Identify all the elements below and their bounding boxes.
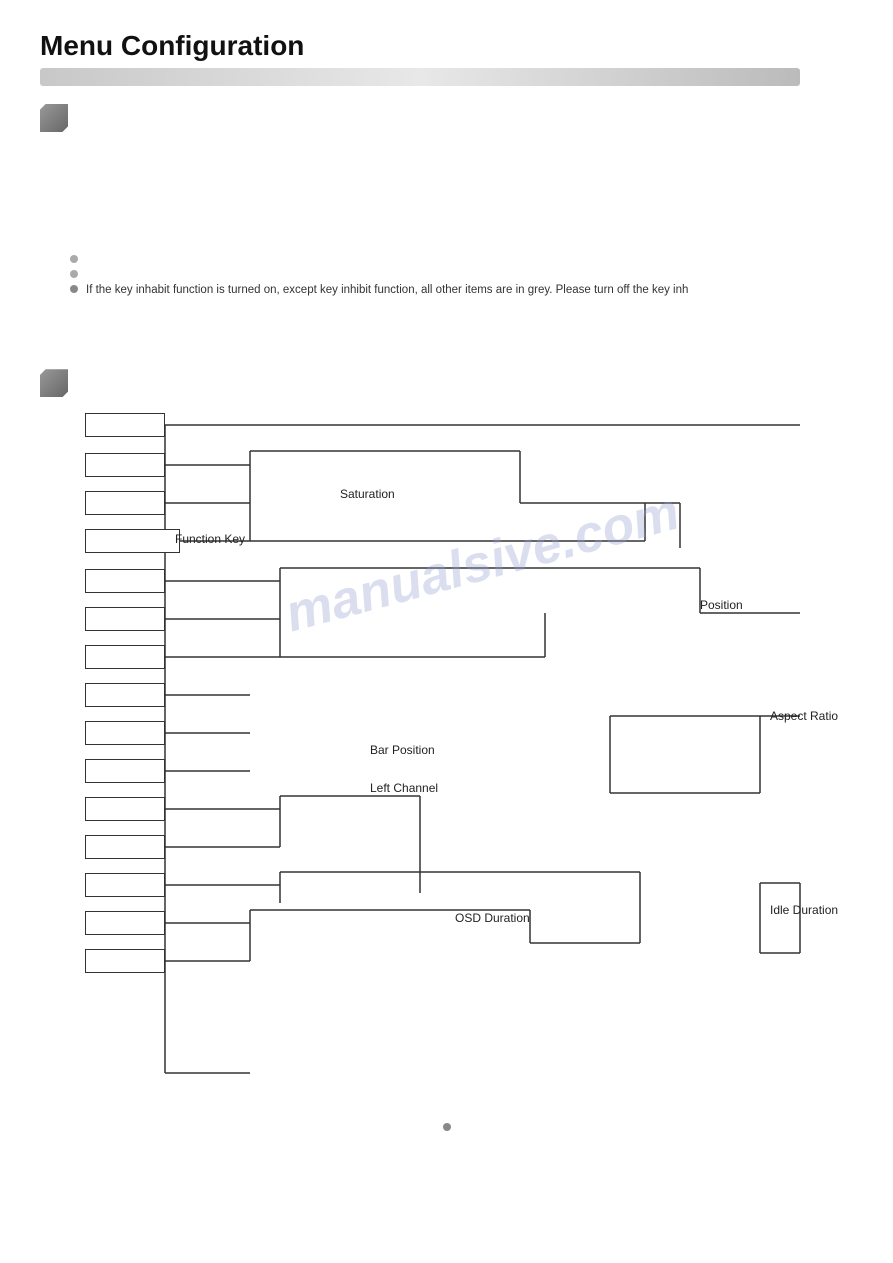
menu-box-14 xyxy=(85,949,165,973)
menu-box-0 xyxy=(85,413,165,437)
section-icon-1 xyxy=(40,104,68,132)
menu-box-3 xyxy=(85,529,180,553)
label-bar-position: Bar Position xyxy=(370,743,435,757)
note-text: If the key inhabit function is turned on… xyxy=(86,282,688,299)
label-function-key: Function Key xyxy=(175,532,245,546)
menu-box-7 xyxy=(85,683,165,707)
page-title: Menu Configuration xyxy=(40,30,853,62)
menu-box-8 xyxy=(85,721,165,745)
diagram-svg xyxy=(80,413,860,1093)
menu-box-13 xyxy=(85,911,165,935)
diagram-wrapper: manualsive.com xyxy=(80,413,860,1093)
bullet-item-1 xyxy=(70,252,853,263)
label-idle-duration: Idle Duration xyxy=(770,903,838,917)
bullet-section: If the key inhabit function is turned on… xyxy=(70,252,853,299)
page-container: Menu Configuration If the key inhabit fu… xyxy=(0,0,893,1161)
menu-box-6 xyxy=(85,645,165,669)
menu-box-11 xyxy=(85,835,165,859)
title-underline xyxy=(40,68,800,86)
menu-box-2 xyxy=(85,491,165,515)
diagram-section: manualsive.com xyxy=(40,369,853,1093)
bullet-dot-3 xyxy=(70,285,78,293)
bullet-item-2 xyxy=(70,267,853,278)
bottom-bullet-section xyxy=(40,1123,853,1131)
bottom-dot xyxy=(443,1123,451,1131)
menu-box-4 xyxy=(85,569,165,593)
menu-box-10 xyxy=(85,797,165,821)
bullet-dot-2 xyxy=(70,270,78,278)
menu-box-1 xyxy=(85,453,165,477)
menu-box-5 xyxy=(85,607,165,631)
label-saturation: Saturation xyxy=(340,487,395,501)
label-left-channel: Left Channel xyxy=(370,781,438,795)
bullet-item-3: If the key inhabit function is turned on… xyxy=(70,282,853,299)
section-icon-2 xyxy=(40,369,68,397)
menu-box-12 xyxy=(85,873,165,897)
menu-box-9 xyxy=(85,759,165,783)
label-position: Position xyxy=(700,598,743,612)
bullet-dot-1 xyxy=(70,255,78,263)
label-aspect-ratio: Aspect Ratio xyxy=(770,709,838,723)
label-osd-duration: OSD Duration xyxy=(455,911,530,925)
